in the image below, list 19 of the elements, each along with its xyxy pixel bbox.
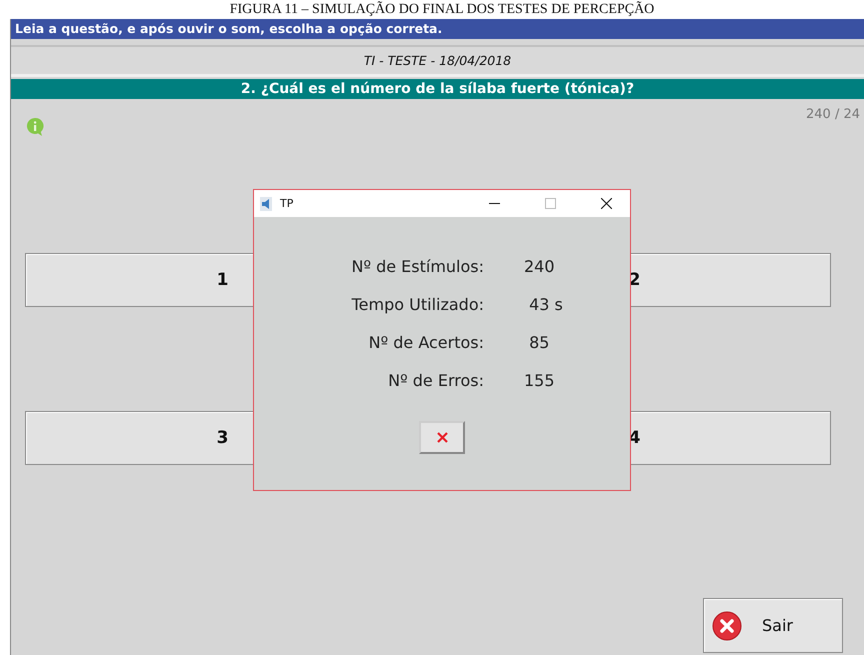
stat-value: 155 xyxy=(523,371,556,390)
stat-value: 85 xyxy=(528,333,550,352)
test-name: TI - TESTE - 18/04/2018 xyxy=(11,45,864,77)
close-icon xyxy=(600,198,612,209)
stat-value: 240 xyxy=(523,257,556,276)
minimize-icon xyxy=(488,202,500,204)
stat-label: Nº de Acertos: xyxy=(368,333,484,352)
question-bar: 2. ¿Cuál es el número de la sílaba fuerte (tónica)? xyxy=(11,79,864,99)
figure-caption: FIGURA 11 – SIMULAÇÃO DO FINAL DOS TESTES DE PERCEPÇÃO xyxy=(228,0,656,19)
close-icon xyxy=(712,610,742,640)
info-icon xyxy=(25,117,45,137)
maximize-icon xyxy=(544,198,556,209)
progress-counter: 240 / 24 xyxy=(806,107,860,122)
exit-button[interactable]: Sair xyxy=(703,598,843,653)
speaker-icon xyxy=(260,196,272,210)
instruction-bar: Leia a questão, e após ouvir o som, escolha a opção correta. xyxy=(11,19,864,39)
close-icon xyxy=(436,432,448,443)
dialog-title: TP xyxy=(280,197,294,210)
stat-label: Nº de Erros: xyxy=(387,371,484,390)
